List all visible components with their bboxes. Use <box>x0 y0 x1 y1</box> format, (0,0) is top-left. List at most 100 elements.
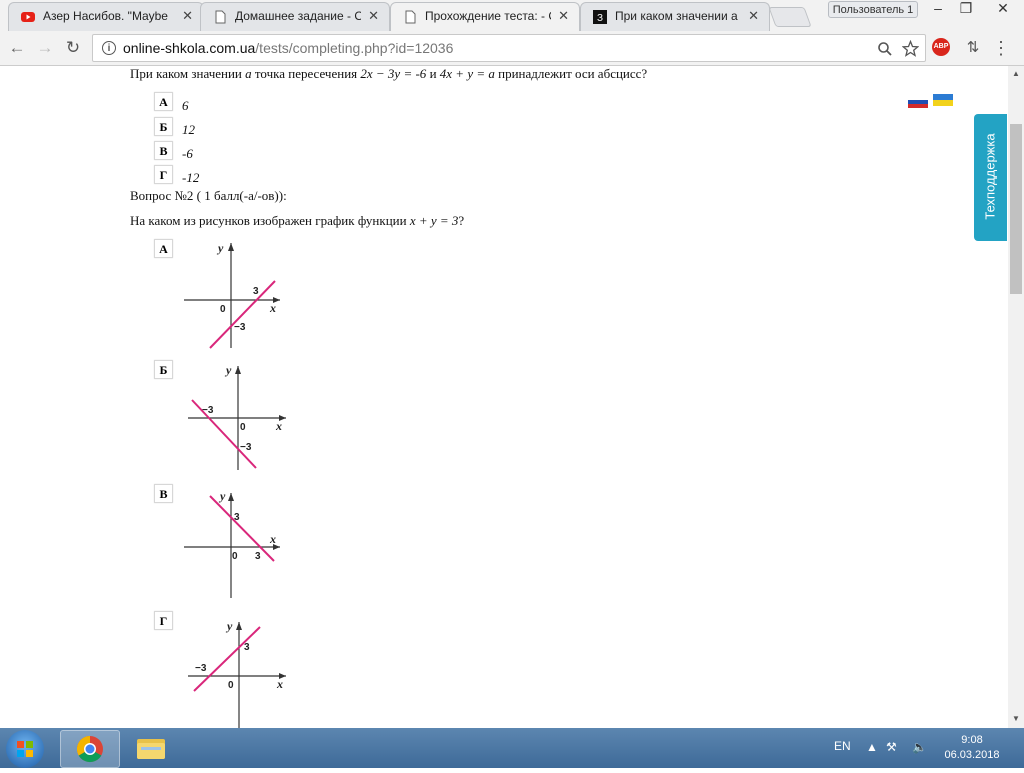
close-tab-icon[interactable]: ✕ <box>182 8 193 24</box>
close-tab-icon[interactable]: ✕ <box>368 8 379 24</box>
q1-option-c-value: -6 <box>182 146 193 161</box>
x-axis-label: x <box>276 677 283 691</box>
origin-label: 0 <box>240 422 246 433</box>
menu-icon[interactable]: ⋮ <box>990 37 1012 59</box>
x-axis-label: x <box>269 532 276 546</box>
tab-label: При каком значении а <box>615 9 738 23</box>
clock[interactable]: 9:08 06.03.2018 <box>938 733 1006 763</box>
document-icon <box>405 10 416 24</box>
clock-time: 9:08 <box>961 734 983 746</box>
intercept-label-2: −3 <box>234 322 246 333</box>
youtube-icon <box>21 12 35 22</box>
graph-option-c: y x 0 3 3 <box>184 490 280 598</box>
url-text[interactable]: online-shkola.com.ua/tests/completing.ph… <box>123 40 453 56</box>
clock-date: 06.03.2018 <box>944 749 1000 761</box>
show-hidden-icons-icon[interactable]: ▲ <box>866 740 878 754</box>
tab-strip: Азер Насибов. "Maybe ✕ Домашнее задание … <box>0 0 1024 31</box>
page-content: При каком значении a точка пересечения 2… <box>0 66 1008 728</box>
close-tab-icon[interactable]: ✕ <box>748 8 759 24</box>
origin-label: 0 <box>228 680 234 691</box>
q1-option-d-value: -12 <box>182 170 200 185</box>
close-tab-icon[interactable]: ✕ <box>558 8 569 24</box>
graph-option-b: y x 0 −3 −3 <box>188 363 286 470</box>
network-icon[interactable]: ⚒ <box>886 740 897 754</box>
x-axis-label: x <box>269 301 276 315</box>
taskbar-chrome[interactable] <box>60 730 120 768</box>
url-host: online-shkola.com.ua <box>123 40 256 56</box>
support-label: Техподдержка <box>982 133 998 220</box>
tab-znanija[interactable]: З При каком значении а ✕ <box>580 2 770 31</box>
function-line <box>209 495 275 562</box>
russian-flag-icon[interactable] <box>908 96 928 108</box>
origin-label: 0 <box>232 551 238 562</box>
y-axis-arrow <box>228 493 234 501</box>
x-axis-label: x <box>275 419 282 433</box>
tab-label: Прохождение теста: - С <box>425 9 551 23</box>
intercept-label-1: 3 <box>253 286 259 297</box>
tab-youtube[interactable]: Азер Насибов. "Maybe ✕ <box>8 2 204 31</box>
znanija-icon: З <box>593 10 607 24</box>
question-1-text: При каком значении a точка пересечения 2… <box>130 66 648 81</box>
adblock-icon[interactable]: ABP <box>932 38 950 56</box>
language-indicator[interactable]: EN <box>834 739 851 753</box>
q1-option-a[interactable]: А <box>154 92 173 111</box>
y-axis-arrow <box>236 622 242 630</box>
ukrainian-flag-icon[interactable] <box>933 94 953 106</box>
q2-option-c[interactable]: В <box>154 484 173 503</box>
bookmark-star-icon[interactable] <box>902 40 919 57</box>
maximize-button[interactable]: ❐ <box>952 0 980 18</box>
y-axis-arrow <box>228 243 234 251</box>
scroll-down-arrow[interactable]: ▼ <box>1012 714 1020 723</box>
intercept-label-2: −3 <box>195 663 207 674</box>
document-icon <box>215 10 226 24</box>
q2-option-b[interactable]: Б <box>154 360 173 379</box>
close-window-button[interactable]: ✕ <box>984 0 1022 18</box>
graph-option-d: y x 0 3 −3 <box>188 619 286 728</box>
back-button[interactable]: ← <box>6 37 28 59</box>
q2-option-a[interactable]: А <box>154 239 173 258</box>
user-profile-button[interactable]: Пользователь 1 <box>828 1 918 18</box>
q1-option-b[interactable]: Б <box>154 117 173 136</box>
scroll-up-arrow[interactable]: ▲ <box>1012 69 1020 78</box>
info-icon[interactable]: i <box>102 41 116 55</box>
chrome-icon <box>76 735 103 763</box>
tab-test[interactable]: Прохождение теста: - С ✕ <box>390 2 580 31</box>
graph-option-a: y x 0 3 −3 <box>184 241 280 349</box>
q1-option-b-value: 12 <box>182 122 195 137</box>
tab-homework[interactable]: Домашнее задание - О ✕ <box>200 2 390 31</box>
q1-option-a-value: 6 <box>182 98 189 113</box>
forward-button[interactable]: → <box>34 37 56 59</box>
q1-option-d[interactable]: Г <box>154 165 173 184</box>
scrollbar-thumb[interactable] <box>1010 124 1022 294</box>
origin-label: 0 <box>220 304 226 315</box>
intercept-label-1: −3 <box>202 405 214 416</box>
tab-label: Домашнее задание - О <box>235 9 361 23</box>
browser-toolbar: ← → ↻ i online-shkola.com.ua/tests/compl… <box>0 31 1024 66</box>
taskbar-explorer[interactable] <box>122 730 180 766</box>
q1-option-c[interactable]: В <box>154 141 173 160</box>
y-axis-label: y <box>224 363 232 377</box>
function-line <box>193 626 261 692</box>
windows-logo-icon <box>17 741 33 757</box>
tab-label: Азер Насибов. "Maybe <box>43 9 168 23</box>
intercept-label-2: −3 <box>240 442 252 453</box>
new-tab-button[interactable] <box>768 7 812 27</box>
sync-icon[interactable]: ⇅ <box>962 37 984 59</box>
y-axis-label: y <box>218 490 226 503</box>
reload-button[interactable]: ↻ <box>62 37 84 59</box>
svg-text:З: З <box>597 13 603 24</box>
support-tab[interactable]: Техподдержка <box>974 114 1007 241</box>
volume-icon[interactable]: 🔈 <box>912 740 927 754</box>
intercept-label-1: 3 <box>234 512 240 523</box>
scrollbar[interactable]: ▲ ▼ <box>1008 66 1024 728</box>
minimize-button[interactable]: – <box>924 0 952 18</box>
intercept-label-2: 3 <box>255 551 261 562</box>
y-axis-label: y <box>216 241 224 255</box>
q2-option-d[interactable]: Г <box>154 611 173 630</box>
start-button[interactable] <box>6 730 44 768</box>
y-axis-label: y <box>225 619 233 633</box>
question-2-header: Вопрос №2 ( 1 балл(-а/-ов)): <box>130 188 287 203</box>
zoom-icon[interactable] <box>877 41 893 57</box>
folder-icon <box>137 739 165 759</box>
address-bar[interactable]: i online-shkola.com.ua/tests/completing.… <box>92 34 926 62</box>
